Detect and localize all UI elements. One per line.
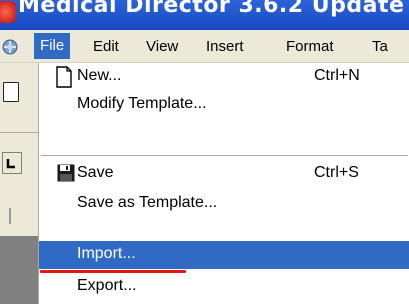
menu-item-shortcut: Ctrl+N xyxy=(314,67,360,84)
menu-item-save[interactable]: Save Ctrl+S xyxy=(39,160,409,188)
menu-table[interactable]: Ta xyxy=(372,38,388,55)
menu-file[interactable]: File xyxy=(34,33,71,59)
menu-format[interactable]: Format xyxy=(286,38,334,55)
toolbar-divider xyxy=(0,132,38,133)
menu-bar: File Edit View Insert Format Ta xyxy=(0,30,409,63)
menu-item-label: Modify Template... xyxy=(77,95,207,112)
menu-item-label: Save as Template... xyxy=(77,194,218,211)
toolbar-handle xyxy=(9,208,23,224)
file-dropdown-menu: New... Ctrl+N Modify Template... Save Ct… xyxy=(38,63,409,304)
app-menu-icon[interactable] xyxy=(1,38,19,56)
menu-edit[interactable]: Edit xyxy=(93,38,119,55)
menu-view[interactable]: View xyxy=(146,38,178,55)
menu-item-new[interactable]: New... Ctrl+N xyxy=(39,63,409,91)
menu-item-shortcut: Ctrl+S xyxy=(314,164,359,181)
corner-mark-icon xyxy=(6,159,15,169)
menu-item-modify-template[interactable]: Modify Template... xyxy=(39,91,409,119)
menu-separator xyxy=(41,155,408,157)
menu-item-import[interactable]: Import... xyxy=(39,241,409,269)
app-logo-icon xyxy=(0,1,16,23)
menu-item-export[interactable]: Export... xyxy=(39,273,409,301)
save-disk-icon xyxy=(57,164,75,182)
menu-item-label: Import... xyxy=(77,245,136,262)
title-bar: Medical Director 3.6.2 Update xyxy=(0,0,409,30)
menu-insert[interactable]: Insert xyxy=(206,38,244,55)
annotation-underline xyxy=(40,270,186,273)
new-document-icon xyxy=(56,66,72,88)
menu-item-label: Save xyxy=(77,164,114,181)
toolbar-button[interactable] xyxy=(2,152,22,174)
menu-item-save-as-template[interactable]: Save as Template... xyxy=(39,190,409,218)
menu-item-label: Export... xyxy=(77,277,137,294)
window-title: Medical Director 3.6.2 Update xyxy=(18,0,405,18)
background-panel xyxy=(0,236,38,304)
toolbar-new-document-icon[interactable] xyxy=(3,82,19,102)
menu-item-label: New... xyxy=(77,67,122,84)
